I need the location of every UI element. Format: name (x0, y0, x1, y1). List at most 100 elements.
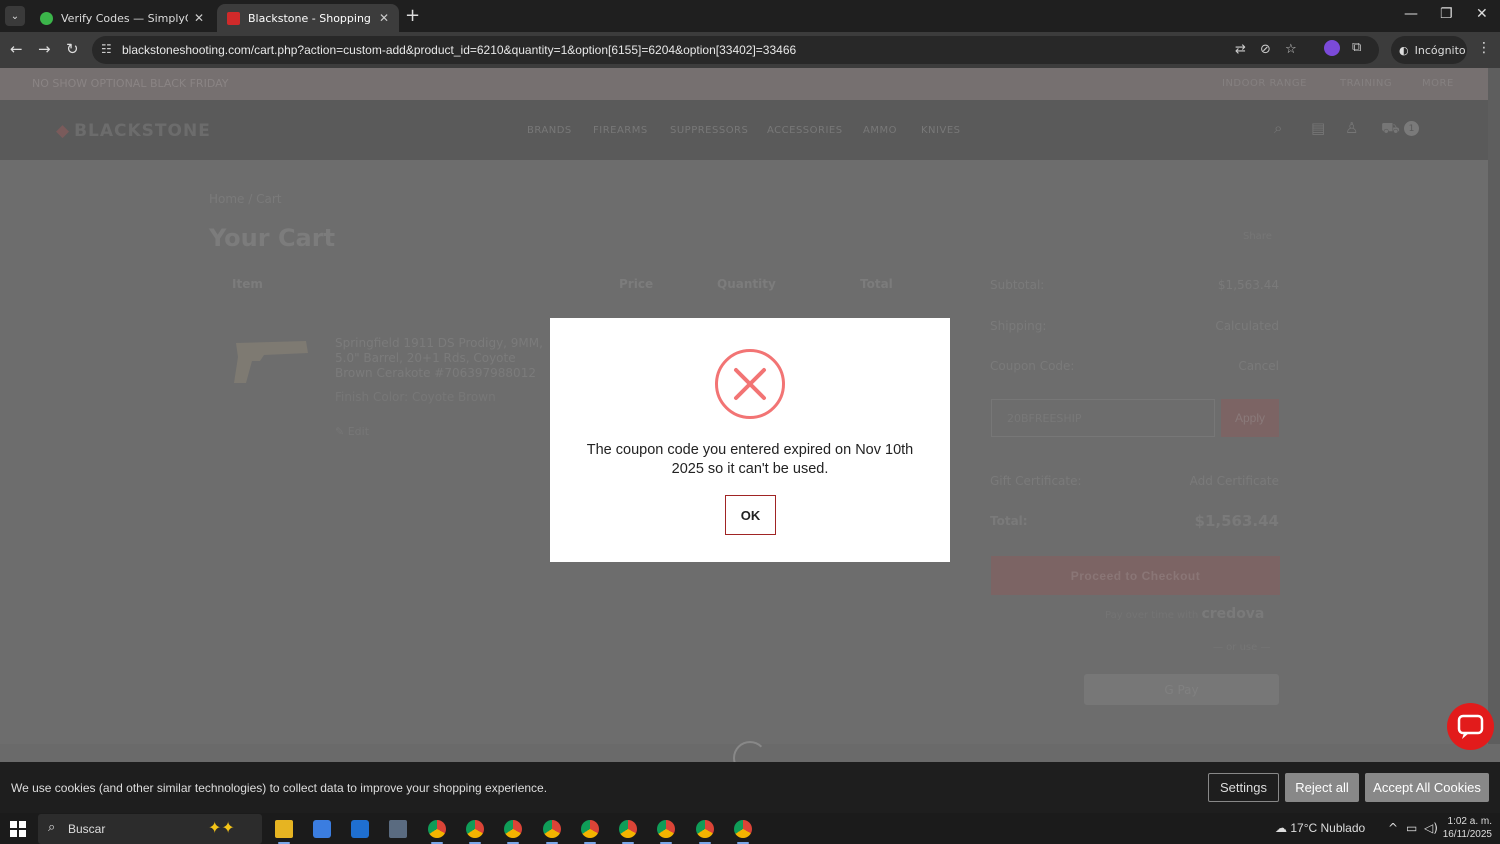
proceed-to-checkout-button[interactable]: Proceed to Checkout (991, 556, 1280, 595)
credova-promo[interactable]: Pay over time with credova (1105, 606, 1264, 622)
bookmark-star-icon[interactable]: ☆ (1285, 42, 1297, 57)
coupon-input[interactable] (991, 399, 1215, 437)
accept-all-cookies-button[interactable]: Accept All Cookies (1365, 773, 1489, 802)
google-pay-button[interactable]: G Pay (1084, 674, 1279, 705)
volume-icon[interactable]: ◁) (1424, 821, 1438, 835)
close-tab-icon[interactable]: ✕ (379, 11, 389, 25)
or-use-divider: — or use — (1213, 642, 1271, 653)
forward-arrow-icon[interactable]: → (38, 40, 51, 58)
top-link-indoor-range[interactable]: INDOOR RANGE (1222, 78, 1307, 89)
coupon-cancel-link[interactable]: Cancel (1238, 359, 1279, 373)
error-x-icon (715, 349, 785, 419)
system-clock[interactable]: 1:02 a. m. 16/11/2025 (1442, 815, 1492, 841)
cart-count-badge: 1 (1404, 121, 1419, 136)
credova-brand: credova (1201, 606, 1265, 622)
dialog-message: The coupon code you entered expired on N… (586, 442, 914, 477)
extensions-puzzle-icon[interactable]: ⧉ (1352, 40, 1361, 55)
ok-button[interactable]: OK (725, 495, 776, 535)
account-icon[interactable]: ♙ (1345, 119, 1358, 137)
reload-icon[interactable]: ↻ (66, 40, 79, 58)
close-window-icon[interactable]: ✕ (1476, 6, 1488, 22)
promo-bar: NO SHOW OPTIONAL BLACK FRIDAY INDOOR RAN… (0, 68, 1488, 100)
chrome-icon[interactable] (696, 820, 714, 844)
taskbar-search[interactable]: ⌕ Buscar ✦✦ (38, 814, 262, 844)
clock-date: 16/11/2025 (1442, 829, 1492, 840)
edit-item-link[interactable]: ✎ Edit (335, 425, 369, 438)
new-tab-icon[interactable]: + (405, 5, 420, 26)
chrome-icon[interactable] (581, 820, 599, 844)
chrome-icon[interactable] (619, 820, 637, 844)
translate-icon[interactable]: ⇄ (1235, 42, 1246, 57)
search-icon: ⌕ (48, 820, 56, 835)
extension-simplycodes-icon[interactable] (1324, 40, 1340, 56)
logo-text: BLACKSTONE (74, 121, 211, 141)
edit-label: Edit (347, 425, 370, 438)
tab-title: Blackstone - Shopping Cart (248, 11, 373, 25)
tab-simplycodes[interactable]: Verify Codes — SimplyCodes ✕ (30, 4, 214, 32)
live-chat-button[interactable] (1447, 703, 1494, 750)
search-icon[interactable]: ⌕ (1274, 119, 1282, 137)
top-link-more[interactable]: MORE (1422, 78, 1454, 89)
url-text[interactable]: blackstoneshooting.com/cart.php?action=c… (122, 43, 796, 57)
nav-accessories[interactable]: ACCESSORIES (767, 125, 843, 136)
gift-certificate-link[interactable]: Add Certificate (1190, 474, 1279, 488)
weather-widget[interactable]: ☁ 17°C Nublado (1275, 821, 1365, 835)
cookie-settings-button[interactable]: Settings (1208, 773, 1279, 802)
site-info-icon[interactable]: ☷ (101, 42, 112, 56)
promo-text: NO SHOW OPTIONAL BLACK FRIDAY (32, 77, 229, 90)
cart-icon[interactable]: ⛟ (1381, 119, 1400, 139)
nav-brands[interactable]: BRANDS (527, 125, 572, 136)
apply-coupon-button[interactable]: Apply (1221, 399, 1279, 437)
tracking-protection-icon[interactable]: ⊘ (1260, 42, 1271, 57)
chrome-icon[interactable] (657, 820, 675, 844)
browser-menu-icon[interactable]: ⋮ (1477, 40, 1491, 56)
share-link[interactable]: Share (1243, 231, 1272, 242)
total-value: $1,563.44 (1194, 512, 1279, 530)
tab-search-button[interactable]: ⌄ (5, 6, 25, 26)
chrome-icon[interactable] (466, 820, 484, 844)
nav-ammo[interactable]: AMMO (863, 125, 897, 136)
page-scrollbar[interactable] (1488, 68, 1500, 744)
tray-chevron-icon[interactable]: ^ (1388, 821, 1398, 835)
incognito-indicator[interactable]: ◐ Incógnito (1391, 36, 1467, 64)
outlook-icon[interactable] (351, 820, 369, 838)
column-header-quantity: Quantity (717, 277, 776, 291)
chrome-icon[interactable] (504, 820, 522, 844)
product-image[interactable] (230, 333, 312, 389)
back-arrow-icon[interactable]: ← (10, 40, 23, 58)
total-label: Total: (990, 514, 1028, 528)
windows-start-icon[interactable] (10, 821, 26, 837)
minimize-icon[interactable]: — (1404, 6, 1418, 22)
coupon-label: Coupon Code: (990, 359, 1075, 373)
nav-firearms[interactable]: FIREARMS (593, 125, 648, 136)
store-icon[interactable] (313, 820, 331, 838)
edit-icon: ✎ (335, 425, 348, 438)
shipping-label: Shipping: (990, 319, 1047, 333)
nav-suppressors[interactable]: SUPPRESSORS (670, 125, 748, 136)
compare-icon[interactable]: ▤ (1311, 119, 1325, 137)
site-logo[interactable]: ◆ BLACKSTONE (56, 121, 211, 141)
copilot-sparkle-icon: ✦✦ (208, 818, 235, 837)
gift-certificate-label: Gift Certificate: (990, 474, 1082, 488)
tab-title: Verify Codes — SimplyCodes (61, 11, 188, 25)
page-title: Your Cart (209, 224, 336, 252)
taskbar-search-label: Buscar (68, 822, 106, 836)
tab-blackstone-cart[interactable]: Blackstone - Shopping Cart ✕ (217, 4, 399, 32)
chrome-icon[interactable] (428, 820, 446, 844)
breadcrumb[interactable]: Home / Cart (209, 192, 281, 206)
top-link-training[interactable]: TRAINING (1340, 78, 1392, 89)
network-icon[interactable]: ▭ (1406, 821, 1417, 835)
subtotal-label: Subtotal: (990, 278, 1045, 292)
chrome-icon[interactable] (543, 820, 561, 844)
chrome-icon[interactable] (734, 820, 752, 844)
restore-icon[interactable]: ❐ (1440, 6, 1453, 22)
reject-all-button[interactable]: Reject all (1285, 773, 1359, 802)
product-name[interactable]: Springfield 1911 DS Prodigy, 9MM, 5.0" B… (335, 336, 555, 381)
calculator-icon[interactable] (389, 820, 407, 838)
nav-knives[interactable]: KNIVES (921, 125, 961, 136)
file-explorer-icon[interactable] (275, 820, 293, 844)
incognito-icon: ◐ (1399, 43, 1409, 57)
close-tab-icon[interactable]: ✕ (194, 11, 204, 25)
windows-taskbar: ⌕ Buscar ✦✦ ☁ 17°C Nublado ^ ▭ ◁) 1:02 a… (0, 813, 1500, 844)
address-bar[interactable]: ☷ blackstoneshooting.com/cart.php?action… (92, 36, 1379, 64)
